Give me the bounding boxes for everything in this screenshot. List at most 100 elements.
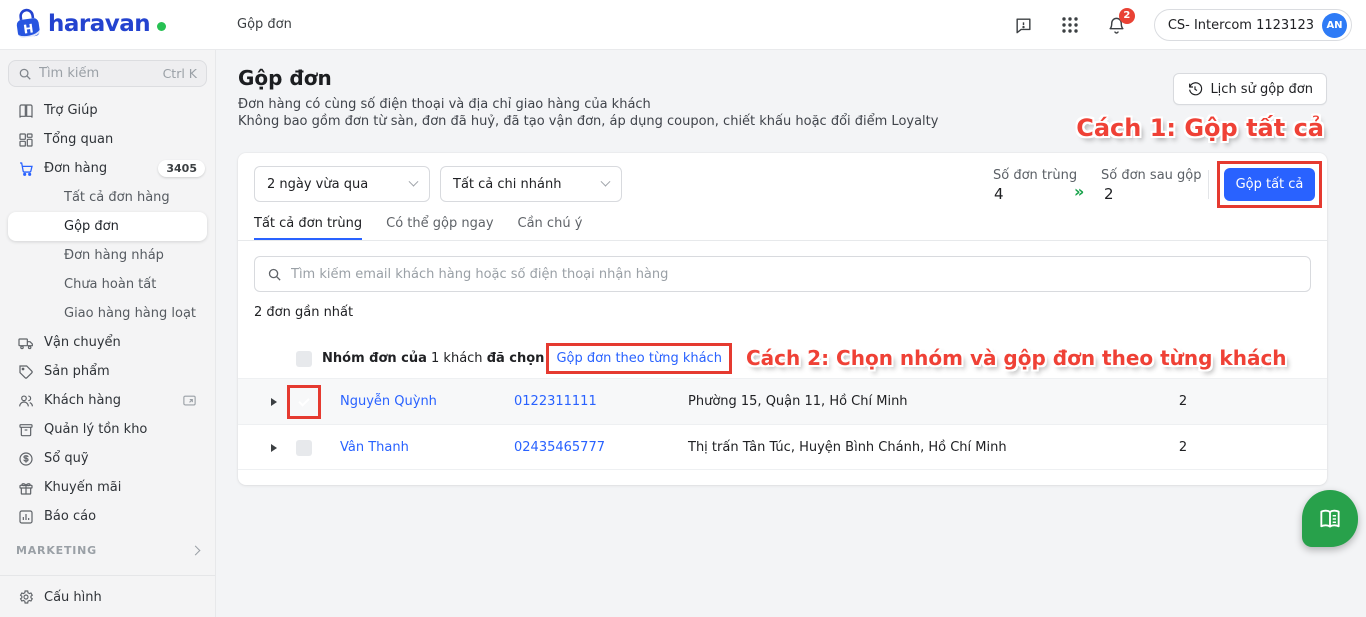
recent-orders-label: 2 đơn gần nhất bbox=[254, 305, 354, 320]
duplicate-orders-label: Số đơn trùng bbox=[993, 168, 1078, 183]
sidebar-item-label: Quản lý tồn kho bbox=[44, 422, 148, 437]
avatar: AN bbox=[1322, 12, 1347, 38]
breadcrumb: Gộp đơn bbox=[237, 17, 292, 32]
sidebar-item-merge-orders[interactable]: Gộp đơn bbox=[8, 212, 207, 241]
sidebar-item-products[interactable]: Sản phẩm bbox=[0, 357, 215, 386]
selection-text-bold: đã chọn bbox=[486, 350, 545, 366]
merged-orders-value: 2 bbox=[1104, 185, 1114, 203]
selection-text-bold: Nhóm đơn của bbox=[322, 350, 427, 366]
sidebar-item-label: Khuyến mãi bbox=[44, 480, 122, 495]
sidebar-item-bulk-shipping[interactable]: Giao hàng hàng loạt bbox=[0, 299, 215, 328]
sidebar-item-label: Giao hàng hàng loạt bbox=[64, 306, 197, 321]
merge-all-button[interactable]: Gộp tất cả bbox=[1224, 168, 1315, 201]
open-in-new-icon bbox=[182, 393, 197, 408]
annotation-method1: Cách 1: Gộp tất cả bbox=[1076, 114, 1324, 142]
chevron-down-icon bbox=[600, 176, 611, 187]
vertical-divider bbox=[1208, 170, 1209, 199]
orders-count-badge: 3405 bbox=[158, 160, 205, 177]
book-icon bbox=[18, 103, 34, 119]
double-chevron-icon: » bbox=[1074, 182, 1085, 201]
branch-select[interactable]: Tất cả chi nhánh bbox=[440, 166, 622, 202]
svg-text:H: H bbox=[22, 21, 34, 36]
tab-all-duplicates[interactable]: Tất cả đơn trùng bbox=[254, 209, 363, 240]
sidebar-item-promotions[interactable]: Khuyến mãi bbox=[0, 473, 215, 502]
search-shortcut-hint: Ctrl K bbox=[162, 66, 197, 81]
tag-icon bbox=[18, 364, 34, 380]
customer-phone-link[interactable]: 0122311111 bbox=[514, 394, 597, 409]
sidebar-item-label: Đơn hàng bbox=[44, 161, 108, 176]
sidebar-divider bbox=[0, 575, 215, 576]
date-range-select[interactable]: 2 ngày vừa qua bbox=[254, 166, 430, 202]
sidebar-item-cashbook[interactable]: Sổ quỹ bbox=[0, 444, 215, 473]
archive-box-icon bbox=[18, 422, 34, 438]
order-group-row: Nguyễn Quỳnh 0122311111 Phường 15, Quận … bbox=[238, 378, 1327, 424]
main-content: Gộp đơn Đơn hàng có cùng số điện thoại v… bbox=[217, 50, 1366, 617]
dashboard-icon bbox=[18, 132, 34, 148]
apps-grid-icon[interactable] bbox=[1061, 16, 1079, 34]
merge-history-button[interactable]: Lịch sử gộp đơn bbox=[1173, 73, 1327, 105]
selection-text: 1 khách bbox=[426, 350, 487, 366]
duplicate-orders-value: 4 bbox=[994, 185, 1004, 203]
gift-icon bbox=[18, 480, 34, 496]
sidebar-section-marketing[interactable]: MARKETING bbox=[0, 539, 215, 561]
haravan-logo[interactable]: H haravan bbox=[12, 8, 167, 40]
sidebar-item-label: Vận chuyển bbox=[44, 335, 121, 350]
history-clock-icon bbox=[1187, 81, 1203, 97]
sidebar-item-label: Chưa hoàn tất bbox=[64, 277, 157, 292]
chevron-right-icon bbox=[190, 545, 201, 555]
tab-needs-attention[interactable]: Cần chú ý bbox=[518, 209, 583, 240]
tab-mergeable-now[interactable]: Có thể gộp ngay bbox=[386, 209, 493, 240]
sidebar-item-label: Đơn hàng nháp bbox=[64, 248, 164, 263]
customer-name-link[interactable]: Vân Thanh bbox=[340, 440, 409, 455]
bar-chart-icon bbox=[18, 509, 34, 525]
account-menu[interactable]: CS- Intercom 1123123 AN bbox=[1153, 9, 1352, 41]
sidebar-item-label: Gộp đơn bbox=[64, 219, 119, 234]
users-icon bbox=[18, 393, 34, 409]
annotation-box-merge-all: Gộp tất cả bbox=[1217, 161, 1322, 208]
branch-value: Tất cả chi nhánh bbox=[453, 176, 562, 192]
customer-search-input[interactable] bbox=[291, 266, 1298, 282]
notifications-bell-icon[interactable]: 2 bbox=[1107, 7, 1135, 35]
sidebar-item-shipping[interactable]: Vận chuyển bbox=[0, 328, 215, 357]
sidebar-item-label: Sản phẩm bbox=[44, 364, 110, 379]
expand-row-icon[interactable] bbox=[271, 444, 277, 452]
sidebar-item-label: Tất cả đơn hàng bbox=[64, 190, 170, 205]
sidebar-search-input[interactable] bbox=[39, 66, 156, 81]
online-status-dot bbox=[157, 21, 167, 31]
page-description-line2: Không bao gồm đơn từ sàn, đơn đã huỷ, đã… bbox=[238, 114, 939, 129]
sidebar-item-draft-orders[interactable]: Đơn hàng nháp bbox=[0, 241, 215, 270]
sidebar-item-label: Tổng quan bbox=[44, 132, 114, 147]
sidebar-item-all-orders[interactable]: Tất cả đơn hàng bbox=[0, 183, 215, 212]
sidebar-item-orders[interactable]: Đơn hàng 3405 bbox=[0, 154, 215, 183]
help-widget-button[interactable] bbox=[1302, 490, 1358, 547]
sidebar-item-overview[interactable]: Tổng quan bbox=[0, 125, 215, 154]
annotation-method2: Cách 2: Chọn nhóm và gộp đơn theo từng k… bbox=[745, 346, 1287, 370]
gear-icon bbox=[18, 589, 34, 605]
expand-row-icon[interactable] bbox=[271, 398, 277, 406]
sidebar-search[interactable]: Ctrl K bbox=[8, 60, 207, 87]
cart-icon bbox=[18, 161, 34, 177]
customer-address: Thị trấn Tân Túc, Huyện Bình Chánh, Hồ C… bbox=[688, 440, 1007, 455]
history-button-label: Lịch sử gộp đơn bbox=[1210, 81, 1313, 97]
sidebar-item-customers[interactable]: Khách hàng bbox=[0, 386, 215, 415]
customer-search[interactable] bbox=[254, 256, 1311, 292]
tabs-bar: Tất cả đơn trùng Có thể gộp ngay Cần chú… bbox=[238, 209, 1327, 241]
merge-orders-card: 2 ngày vừa qua Tất cả chi nhánh Số đơn t… bbox=[238, 153, 1327, 485]
customer-name-link[interactable]: Nguyễn Quỳnh bbox=[340, 394, 437, 409]
sidebar-item-label: Cấu hình bbox=[44, 589, 102, 605]
sidebar-item-inventory[interactable]: Quản lý tồn kho bbox=[0, 415, 215, 444]
sidebar-item-help[interactable]: Trợ Giúp bbox=[0, 96, 215, 125]
search-icon bbox=[267, 267, 282, 282]
select-all-checkbox[interactable] bbox=[296, 351, 312, 367]
feedback-icon[interactable] bbox=[1014, 16, 1033, 35]
page-title: Gộp đơn bbox=[238, 66, 332, 90]
sidebar-item-abandoned[interactable]: Chưa hoàn tất bbox=[0, 270, 215, 299]
row-checkbox[interactable] bbox=[296, 440, 312, 456]
customer-phone-link[interactable]: 02435465777 bbox=[514, 440, 605, 455]
merge-per-customer-link[interactable]: Gộp đơn theo từng khách bbox=[556, 351, 722, 366]
search-icon bbox=[18, 67, 32, 81]
sidebar-item-reports[interactable]: Báo cáo bbox=[0, 502, 215, 531]
sidebar-item-settings[interactable]: Cấu hình bbox=[0, 582, 215, 612]
table-header: Nhóm đơn của 1 khách đã chọn Gộp đơn the… bbox=[238, 338, 1327, 378]
logo-wordmark: haravan bbox=[48, 11, 151, 37]
